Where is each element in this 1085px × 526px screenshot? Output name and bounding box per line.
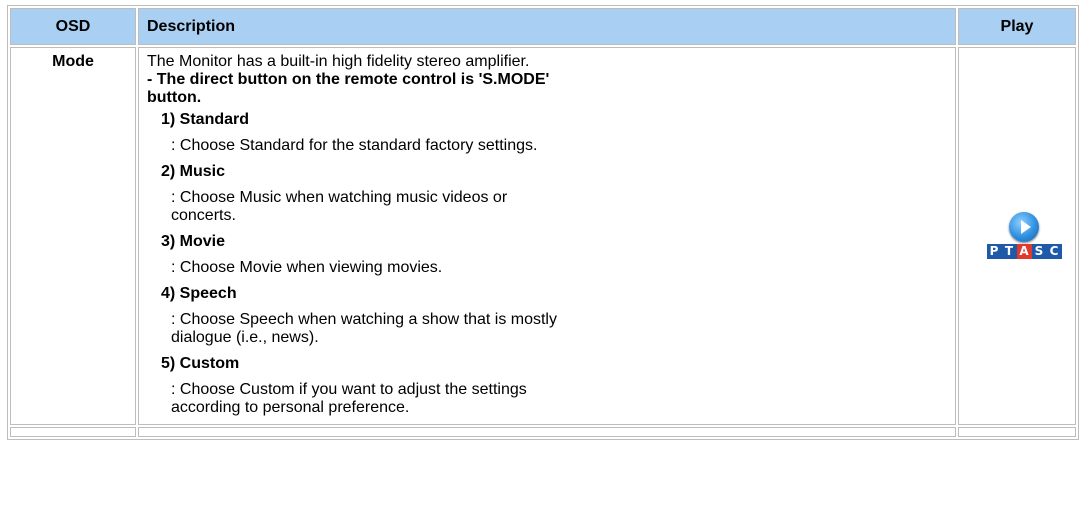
item-title: 2) Music [161,163,226,180]
ptasc-logo[interactable]: PTASC [986,244,1062,259]
empty-cell [958,427,1076,437]
item-text: : Choose Movie when viewing movies. [171,259,731,277]
play-cell: PTASC [958,47,1076,425]
empty-cell [138,427,956,437]
description-cell: The Monitor has a built-in high fidelity… [138,47,956,425]
play-icon[interactable] [1009,212,1039,242]
ptasc-letter: P [986,244,1002,259]
ptasc-letter: C [1046,244,1062,259]
item-title: 3) Movie [161,233,226,250]
item-text-line: : Choose Music when watching music video… [171,189,508,206]
item-text-line: : Choose Speech when watching a show tha… [171,311,557,328]
header-row: OSD Description Play [10,8,1076,45]
item-text: : Choose Custom if you want to adjust th… [171,381,731,417]
item-text-line: according to personal preference. [171,399,410,416]
remote-note-line1: - The direct button on the remote contro… [147,71,550,88]
list-item: 5) Custom : Choose Custom if you want to… [161,355,947,417]
empty-cell [10,427,136,437]
ptasc-letter: S [1031,244,1047,259]
item-text: : Choose Standard for the standard facto… [171,137,731,155]
intro-text: The Monitor has a built-in high fidelity… [147,53,530,70]
list-item: 4) Speech : Choose Speech when watching … [161,285,947,347]
header-description: Description [138,8,956,45]
item-text-line: concerts. [171,207,236,224]
item-text-line: : Choose Standard for the standard facto… [171,137,538,154]
item-text-line: : Choose Movie when viewing movies. [171,259,443,276]
item-text-line: : Choose Custom if you want to adjust th… [171,381,527,398]
ptasc-letter: T [1001,244,1017,259]
play-button[interactable]: PTASC [986,212,1062,259]
list-item: 2) Music : Choose Music when watching mu… [161,163,947,225]
list-item: 1) Standard : Choose Standard for the st… [161,111,947,155]
ptasc-letter: A [1016,244,1032,259]
table-row [10,427,1076,437]
item-text-line: dialogue (i.e., news). [171,329,319,346]
table-row: Mode The Monitor has a built-in high fid… [10,47,1076,425]
osd-table-wrap: OSD Description Play Mode The Monitor ha… [7,5,1079,440]
item-title: 4) Speech [161,285,237,302]
osd-cell: Mode [10,47,136,425]
list-item: 3) Movie : Choose Movie when viewing mov… [161,233,947,277]
header-play: Play [958,8,1076,45]
item-text: : Choose Music when watching music video… [171,189,731,225]
osd-table: OSD Description Play Mode The Monitor ha… [7,5,1079,440]
item-title: 5) Custom [161,355,240,372]
header-osd: OSD [10,8,136,45]
remote-note-line2: button. [147,89,202,106]
item-text: : Choose Speech when watching a show tha… [171,311,731,347]
item-title: 1) Standard [161,111,250,128]
